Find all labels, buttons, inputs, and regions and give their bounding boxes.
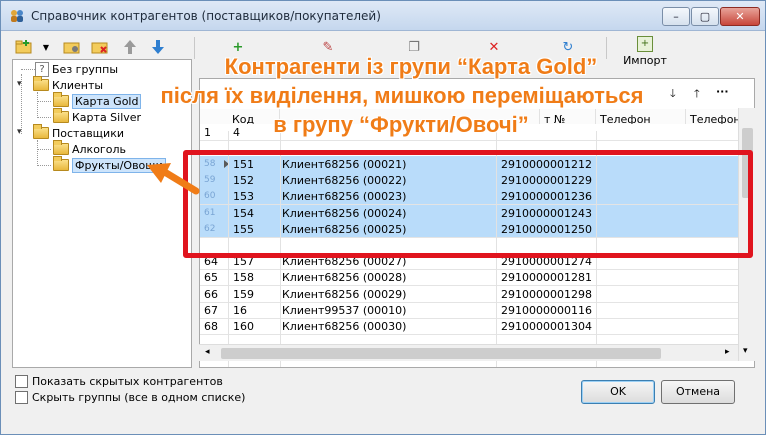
folder-icon: [53, 92, 69, 107]
tree-label: Поставщики: [52, 126, 124, 140]
hide-groups-checkbox[interactable]: Скрыть группы (все в одном списке): [15, 391, 245, 404]
tree-label: Карта Gold: [72, 93, 142, 109]
tree-item-clients[interactable]: Клиенты: [33, 76, 104, 93]
callout-line-2: після їх виділення, мишкою переміщаються: [160, 83, 644, 108]
import-icon: +: [637, 36, 653, 52]
tree-item-card-gold[interactable]: Карта Gold: [53, 92, 142, 109]
checkbox-box[interactable]: [15, 375, 28, 388]
tree-item-no-group[interactable]: ? Без группы: [35, 61, 118, 77]
contractors-window: Справочник контрагентов (поставщиков/пок…: [0, 0, 766, 435]
cell-name: Клиент68256 (00028): [282, 271, 407, 285]
tree-item-alcohol[interactable]: Алкоголь: [53, 140, 126, 157]
ok-button[interactable]: OK: [581, 380, 655, 404]
show-hidden-checkbox[interactable]: Показать скрытых контрагентов: [15, 375, 223, 388]
cell-name: Клиент68256 (00030): [282, 320, 407, 333]
minimize-button[interactable]: –: [662, 7, 690, 26]
table-row[interactable]: 66 159 Клиент68256 (00029) 2910000001298: [200, 286, 740, 303]
collapse-icon[interactable]: ▾: [17, 127, 22, 137]
tree-label: Карта Silver: [72, 110, 142, 124]
folder-icon: [33, 124, 49, 139]
maximize-button[interactable]: ▢: [691, 7, 719, 26]
cell-code: 158: [233, 271, 254, 285]
cell-card: 2910000000116: [501, 303, 592, 317]
table-row[interactable]: 65 158 Клиент68256 (00028) 2910000001281: [200, 269, 740, 287]
callout-line-1: Контрагенти із групи “Карта Gold”: [224, 54, 598, 79]
horizontal-scrollbar[interactable]: ◂ ▸: [199, 344, 739, 361]
checkbox-label: Скрыть группы (все в одном списке): [32, 391, 246, 404]
tree-item-suppliers[interactable]: Поставщики: [33, 124, 124, 141]
cell-card: 2910000001298: [501, 287, 592, 301]
sort-up-icon[interactable]: 🡑: [694, 85, 700, 105]
arrow-down-icon[interactable]: [148, 37, 168, 57]
table-row[interactable]: 68 160 Клиент68256 (00030) 2910000001304: [200, 318, 740, 335]
cancel-button[interactable]: Отмена: [661, 380, 735, 404]
folder-settings-icon[interactable]: [62, 37, 82, 57]
import-button[interactable]: + Импорт: [616, 36, 674, 74]
selection-highlight-box: [183, 150, 753, 258]
users-icon: [11, 10, 23, 22]
add-folder-icon[interactable]: [14, 37, 34, 57]
checkbox-label: Показать скрытых контрагентов: [32, 375, 223, 388]
cell-num: 65: [204, 271, 218, 285]
scroll-right-icon[interactable]: ▸: [725, 347, 730, 357]
arrow-up-icon[interactable]: [120, 37, 140, 57]
cell-num: 66: [204, 287, 218, 301]
question-icon: ?: [35, 61, 49, 77]
more-icon[interactable]: ···: [716, 85, 729, 105]
scroll-left-icon[interactable]: ◂: [205, 347, 210, 357]
cell-num: 67: [204, 303, 218, 317]
arrow-icon: [147, 163, 200, 195]
collapse-icon[interactable]: ▾: [17, 79, 22, 89]
window-title: Справочник контрагентов (поставщиков/пок…: [31, 9, 381, 23]
delete-folder-icon[interactable]: [90, 37, 110, 57]
cell-code: 16: [233, 303, 247, 317]
close-button[interactable]: ✕: [720, 7, 760, 26]
scroll-thumb[interactable]: [221, 348, 661, 359]
table-row[interactable]: 67 16 Клиент99537 (00010) 2910000000116: [200, 302, 740, 319]
chevron-down-icon[interactable]: ▼: [36, 37, 56, 57]
folder-icon: [53, 140, 69, 155]
scroll-down-icon[interactable]: ▾: [743, 346, 748, 356]
checkbox-box[interactable]: [15, 391, 28, 404]
sort-down-icon[interactable]: 🡓: [670, 85, 676, 105]
tree-item-card-silver[interactable]: Карта Silver: [53, 108, 142, 125]
folder-icon: [33, 76, 49, 91]
import-label: Импорт: [623, 54, 667, 67]
cell-code: 160: [233, 320, 254, 333]
cell-card: 2910000001304: [501, 320, 592, 333]
folder-icon: [53, 156, 69, 171]
callout-line-3: в групу “Фрукти/Овочі”: [273, 112, 529, 137]
cell-card: 2910000001281: [501, 271, 592, 285]
tree-label: Без группы: [52, 62, 118, 76]
cell-name: Клиент68256 (00029): [282, 287, 407, 301]
cell-num: 68: [204, 320, 218, 333]
title-bar: Справочник контрагентов (поставщиков/пок…: [1, 1, 765, 31]
cell-code: 159: [233, 287, 254, 301]
cell-name: Клиент99537 (00010): [282, 303, 407, 317]
toolbar-separator: [194, 37, 195, 59]
tree-label: Клиенты: [52, 78, 104, 92]
folder-icon: [53, 108, 69, 123]
tree-label: Алкоголь: [72, 142, 126, 156]
